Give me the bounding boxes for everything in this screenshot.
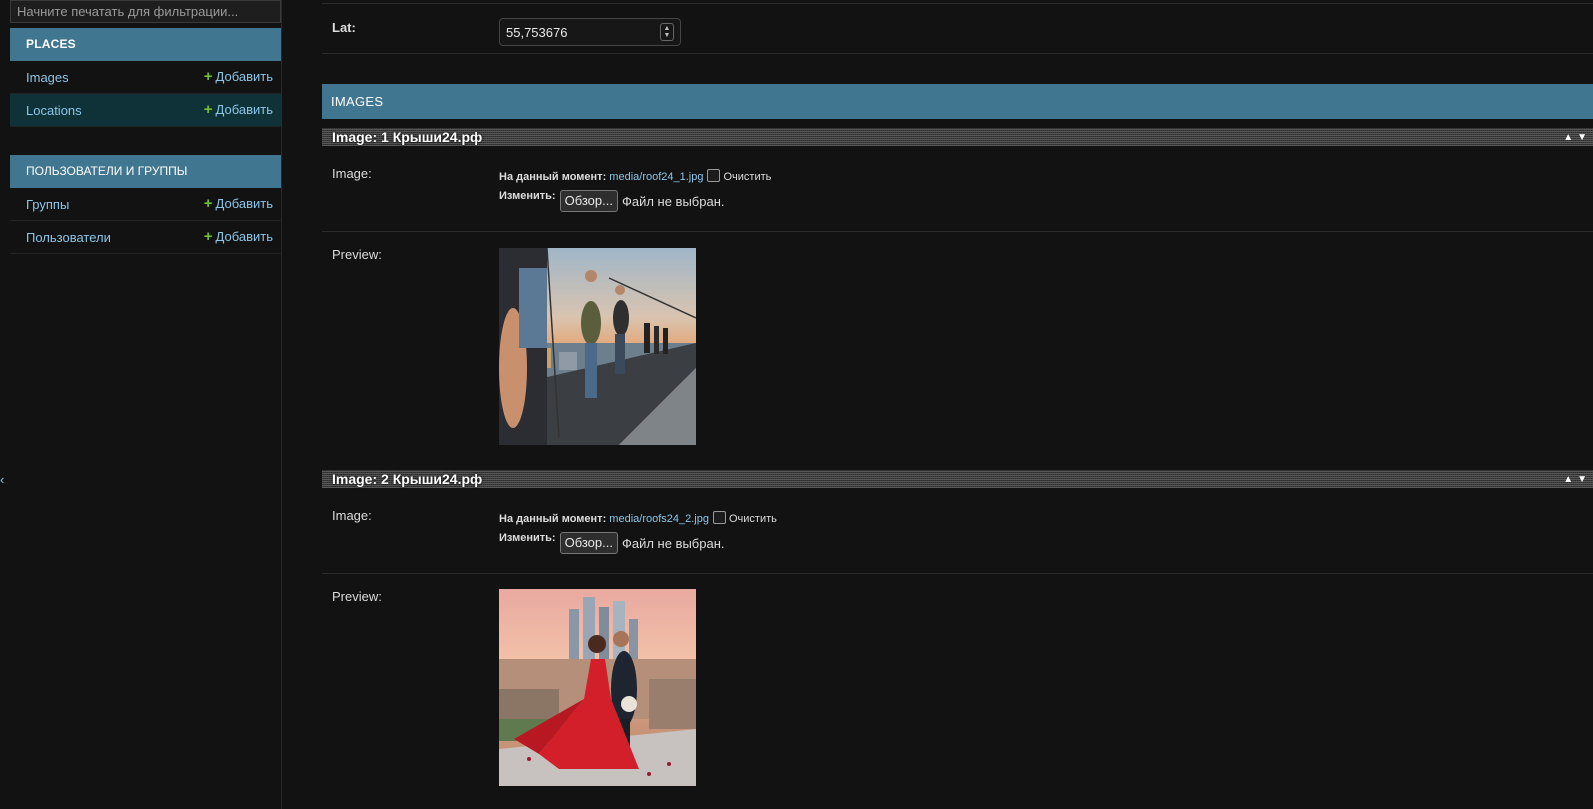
add-group-link[interactable]: + Добавить (204, 188, 273, 219)
clear-checkbox[interactable] (712, 511, 726, 524)
module-auth: ПОЛЬЗОВАТЕЛИ И ГРУППЫ Группы + Добавить П… (10, 155, 281, 254)
spinner-icon[interactable]: ▲ ▼ (660, 23, 674, 41)
module-caption-places[interactable]: PLACES (10, 28, 281, 61)
add-location-link[interactable]: + Добавить (204, 94, 273, 125)
plus-icon: + (203, 228, 213, 245)
move-arrows-icon[interactable]: ▲▼ (1563, 474, 1591, 485)
inline-header-image-1: Image: 1 Крыши24.рф ▲▼ (322, 128, 1593, 146)
sidebar-link-locations[interactable]: Locations (26, 94, 82, 127)
preview-image (499, 589, 696, 786)
lat-label: Lat: (332, 20, 356, 35)
clear-label: Очистить (728, 513, 777, 525)
module-caption-auth[interactable]: ПОЛЬЗОВАТЕЛИ И ГРУППЫ (10, 155, 281, 188)
plus-icon: + (203, 68, 213, 85)
preview-label: Preview: (332, 247, 382, 262)
images-section-header: IMAGES (322, 84, 1593, 119)
nav-filter-input[interactable] (10, 0, 281, 23)
form-row-image-1: Image: На данный момент: media/roof24_1.… (322, 146, 1593, 232)
add-link-label: Добавить (215, 102, 273, 117)
change-file: Изменить: Обзор... Файл не выбран. (499, 532, 725, 554)
current-file: На данный момент: media/roof24_1.jpg Очис… (499, 169, 771, 183)
preview-label: Preview: (332, 589, 382, 604)
plus-icon: + (203, 101, 213, 118)
add-image-link[interactable]: + Добавить (204, 61, 273, 92)
sidebar-item-locations: Locations + Добавить (10, 94, 281, 127)
sidebar-link-images[interactable]: Images (26, 61, 69, 94)
change-form: Lat: 55,753676 ▲ ▼ IMAGES Image: 1 Крыши2… (322, 0, 1593, 809)
current-file: На данный момент: media/roofs24_2.jpg Очи… (499, 511, 777, 525)
browse-button[interactable]: Обзор... (559, 190, 618, 212)
sidebar-link-users[interactable]: Пользователи (26, 221, 111, 254)
sidebar-collapse-toggle[interactable]: ‹ (0, 470, 10, 490)
form-row-preview-1: Preview: (322, 232, 1593, 462)
no-file-text: Файл не выбран. (621, 193, 725, 209)
inline-title: Image: 1 Крыши24.рф (332, 129, 483, 145)
sidebar: PLACES Images +Добавить Locations +Добав… (10, 0, 282, 809)
browse-button[interactable]: Обзор... (559, 532, 618, 554)
current-file-link[interactable]: media/roof24_1.jpg (609, 171, 703, 183)
current-file-link[interactable]: media/roofs24_2.jpg (609, 513, 709, 525)
form-row-preview-2: Preview: (322, 574, 1593, 809)
add-link-label: Добавить (215, 196, 273, 211)
inline-title: Image: 2 Крыши24.рф (332, 471, 483, 487)
add-user-link[interactable]: + Добавить (204, 221, 273, 252)
sidebar-item-images: Images + Добавить (10, 61, 281, 94)
clear-checkbox[interactable] (707, 169, 721, 182)
current-label: На данный момент: (499, 171, 607, 183)
sidebar-item-users: Пользователи + Добавить (10, 221, 281, 254)
no-file-text: Файл не выбран. (621, 535, 725, 551)
current-label: На данный момент: (499, 513, 607, 525)
sidebar-item-groups: Группы + Добавить (10, 188, 281, 221)
form-row-image-2: Image: На данный момент: media/roofs24_2… (322, 488, 1593, 574)
add-link-label: Добавить (215, 229, 273, 244)
lat-input[interactable]: 55,753676 ▲ ▼ (499, 18, 681, 46)
move-arrows-icon[interactable]: ▲▼ (1563, 132, 1591, 143)
module-places: PLACES Images + Добавить Locations + Добав… (10, 28, 281, 127)
lat-input-value: 55,753676 (506, 25, 568, 40)
add-link-label: Добавить (215, 69, 273, 84)
change-label: Изменить: (499, 190, 556, 202)
change-file: Изменить: Обзор... Файл не выбран. (499, 190, 725, 212)
plus-icon: + (203, 195, 213, 212)
image-label: Image: (332, 508, 372, 523)
image-label: Image: (332, 166, 372, 181)
inline-header-image-2: Image: 2 Крыши24.рф ▲▼ (322, 470, 1593, 488)
change-label: Изменить: (499, 532, 556, 544)
clear-label: Очистить (723, 171, 772, 183)
sidebar-link-groups[interactable]: Группы (26, 188, 69, 221)
preview-image (499, 248, 696, 445)
form-row-lat: Lat: 55,753676 ▲ ▼ (322, 4, 1593, 54)
